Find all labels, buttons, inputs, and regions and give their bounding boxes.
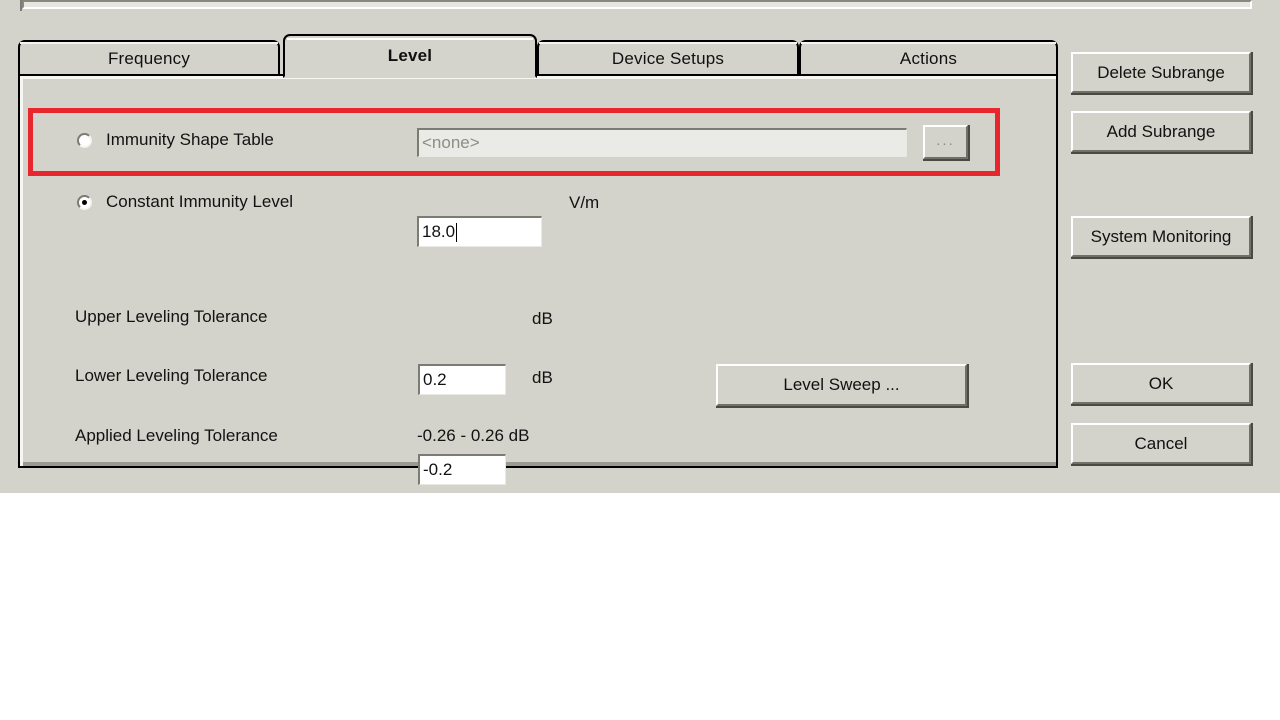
level-sweep-button-label: Level Sweep ...	[783, 375, 900, 394]
immunity-shape-table-browse-button[interactable]: ...	[923, 125, 970, 161]
panel-bottom-shadow	[20, 462, 1056, 466]
immunity-shape-table-label: Immunity Shape Table	[106, 130, 274, 149]
tab-device-setups[interactable]: Device Setups	[537, 40, 799, 76]
constant-immunity-level-value: 18.0	[422, 222, 456, 241]
applied-leveling-tolerance-value: -0.26 - 0.26 dB	[417, 426, 530, 445]
cancel-button-label: Cancel	[1134, 433, 1188, 453]
delete-subrange-button-label: Delete Subrange	[1097, 62, 1225, 82]
applied-leveling-tolerance-label: Applied Leveling Tolerance	[75, 426, 278, 445]
system-monitoring-button-label: System Monitoring	[1090, 226, 1232, 246]
constant-immunity-level-label: Constant Immunity Level	[106, 192, 294, 211]
browse-ellipsis-icon: ...	[936, 131, 955, 149]
cancel-button[interactable]: Cancel	[1071, 423, 1253, 466]
text-caret	[456, 222, 458, 242]
immunity-shape-table-radio[interactable]	[77, 132, 92, 148]
upper-leveling-tolerance-label: Upper Leveling Tolerance	[75, 307, 268, 326]
tab-frequency-label: Frequency	[107, 49, 191, 68]
dialog-window: Frequency Level Device Setups Actions Im…	[0, 0, 1280, 493]
tab-actions[interactable]: Actions	[799, 40, 1058, 76]
tab-actions-label: Actions	[899, 49, 958, 68]
upper-leveling-tolerance-unit: dB	[532, 309, 553, 328]
add-subrange-button-label: Add Subrange	[1106, 121, 1216, 141]
constant-immunity-level-unit: V/m	[569, 193, 600, 212]
tab-frequency[interactable]: Frequency	[18, 40, 280, 76]
parent-dialog-edge-strip	[22, 0, 1252, 9]
immunity-shape-table-input[interactable]: <none>	[417, 128, 907, 157]
lower-leveling-tolerance-unit: dB	[532, 368, 553, 387]
ok-button-label: OK	[1148, 373, 1174, 393]
immunity-shape-table-row[interactable]: Immunity Shape Table	[77, 130, 274, 150]
upper-leveling-tolerance-input[interactable]: 0.2	[418, 364, 506, 395]
constant-immunity-level-radio[interactable]	[77, 194, 92, 210]
lower-leveling-tolerance-value: -0.2	[423, 460, 453, 479]
delete-subrange-button[interactable]: Delete Subrange	[1071, 52, 1253, 95]
lower-leveling-tolerance-label: Lower Leveling Tolerance	[75, 366, 268, 385]
lower-leveling-tolerance-input[interactable]: -0.2	[418, 454, 506, 485]
tab-level-label: Level	[387, 46, 433, 65]
system-monitoring-button[interactable]: System Monitoring	[1071, 216, 1253, 259]
tab-strip: Frequency Level Device Setups Actions	[18, 34, 1058, 78]
ok-button[interactable]: OK	[1071, 363, 1253, 406]
add-subrange-button[interactable]: Add Subrange	[1071, 111, 1253, 154]
level-sweep-button[interactable]: Level Sweep ...	[716, 364, 969, 408]
tab-device-setups-label: Device Setups	[611, 49, 725, 68]
immunity-shape-table-value: <none>	[422, 133, 480, 152]
upper-leveling-tolerance-value: 0.2	[423, 370, 447, 389]
constant-immunity-level-row[interactable]: Constant Immunity Level	[77, 192, 293, 212]
tab-level[interactable]: Level	[283, 34, 537, 78]
constant-immunity-level-input[interactable]: 18.0	[417, 216, 542, 247]
